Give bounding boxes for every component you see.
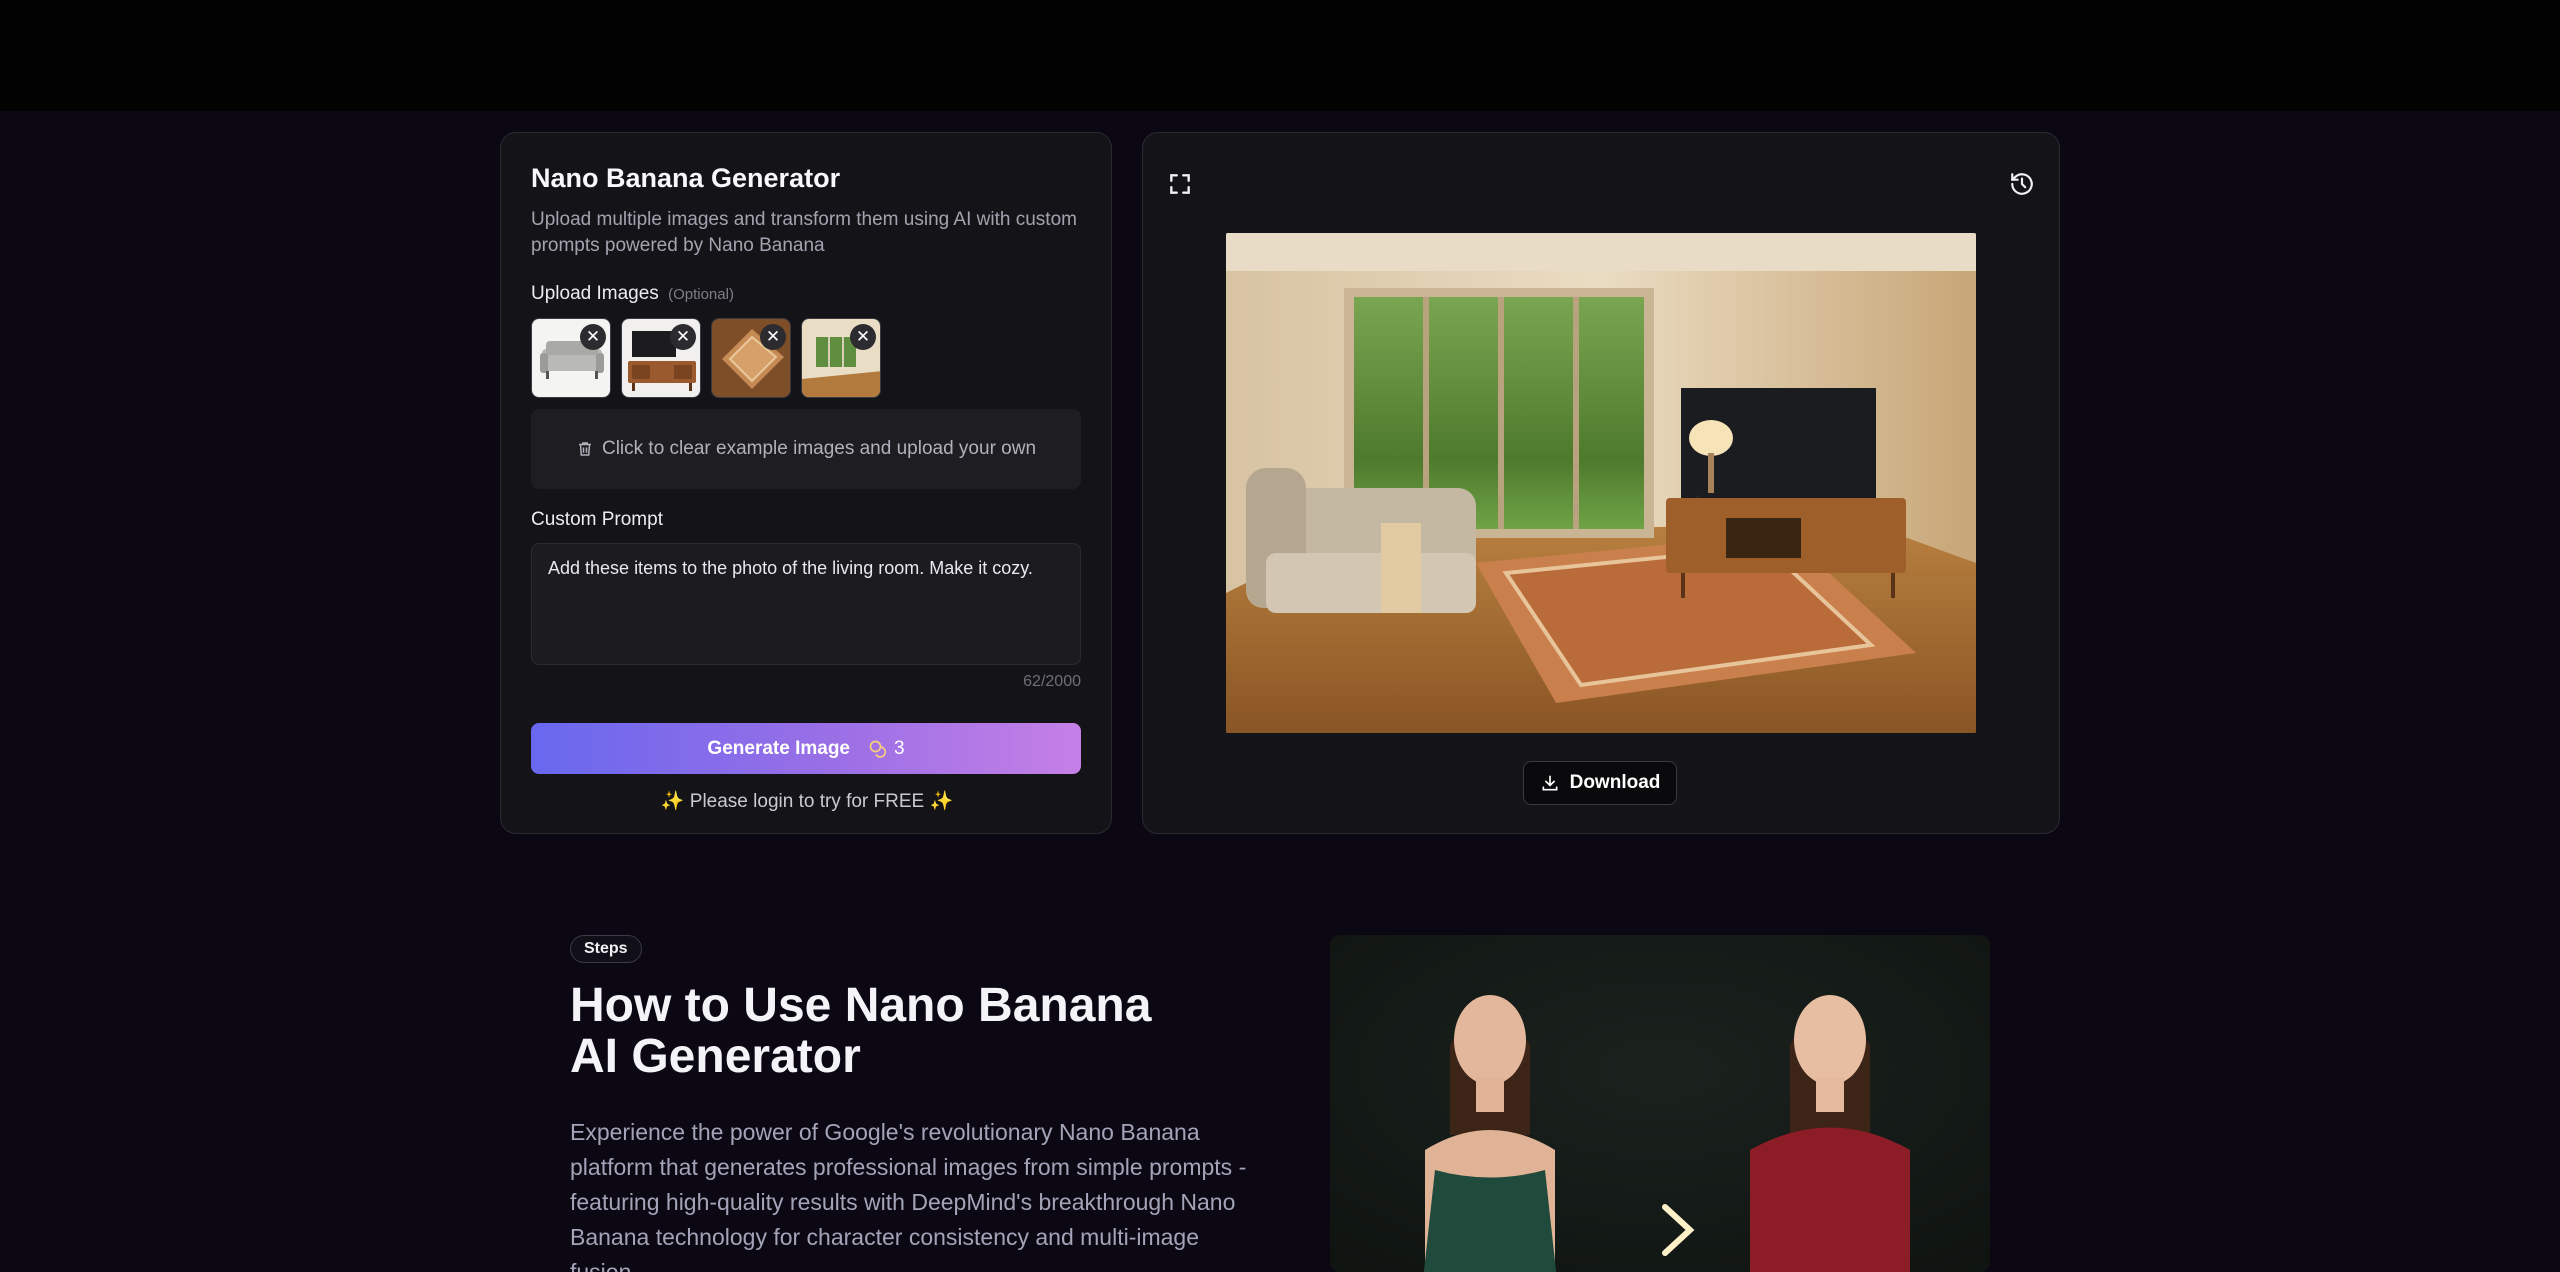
custom-prompt-label: Custom Prompt [531, 509, 663, 530]
generator-panel: Nano Banana Generator Upload multiple im… [500, 132, 1112, 834]
generate-image-label: Generate Image [707, 737, 850, 759]
thumbnail-sofa[interactable]: ✕ [531, 318, 611, 398]
login-hint-text: Please login to try for FREE [689, 791, 925, 812]
expand-icon [1170, 174, 1190, 194]
coins-icon [869, 740, 887, 758]
top-navigation-bar [0, 0, 2560, 111]
how-to-title: How to Use Nano Banana AI Generator [570, 979, 1152, 1083]
remove-thumbnail-living-room-button[interactable]: ✕ [850, 324, 876, 350]
login-hint: ✨ Please login to try for FREE ✨ [501, 789, 1113, 813]
thumbnail-tv-stand[interactable]: ✕ [621, 318, 701, 398]
thumbnail-living-room[interactable]: ✕ [801, 318, 881, 398]
custom-prompt-input[interactable]: Add these items to the photo of the livi… [531, 543, 1081, 665]
preview-panel: Download [1142, 132, 2060, 834]
trash-icon [578, 442, 591, 456]
upload-optional-note: (Optional) [668, 286, 734, 303]
sparkle-icon: ✨ [660, 791, 685, 812]
thumbnail-rug[interactable]: ✕ [711, 318, 791, 398]
history-button[interactable] [2007, 169, 2037, 199]
uploaded-thumbnails: ✕ ✕ ✕ ✕ [531, 318, 881, 398]
steps-badge: Steps [570, 935, 642, 963]
upload-images-label: Upload Images (Optional) [531, 283, 734, 305]
remove-thumbnail-sofa-button[interactable]: ✕ [580, 324, 606, 350]
remove-thumbnail-rug-button[interactable]: ✕ [760, 324, 786, 350]
credit-count: 3 [894, 737, 905, 759]
fullscreen-button[interactable] [1165, 169, 1195, 199]
download-icon [1542, 775, 1558, 791]
clear-examples-button[interactable]: Click to clear example images and upload… [531, 409, 1081, 489]
clear-examples-text: Click to clear example images and upload… [601, 438, 1037, 459]
before-after-example-image [1330, 935, 1990, 1272]
how-to-description: Experience the power of Google's revolut… [570, 1119, 1247, 1272]
generated-image-preview [1226, 233, 1976, 733]
generate-image-button[interactable]: Generate Image 3 [531, 723, 1081, 774]
sparkle-icon: ✨ [929, 791, 954, 812]
history-icon [2011, 173, 2033, 195]
download-label: Download [1569, 772, 1661, 793]
upload-label-text: Upload Images [531, 283, 659, 304]
credit-cost: 3 [868, 738, 905, 760]
character-count: 62/2000 [1023, 673, 1081, 690]
download-button[interactable]: Download [1523, 761, 1677, 805]
generator-title: Nano Banana Generator [531, 163, 841, 193]
remove-thumbnail-tv-stand-button[interactable]: ✕ [670, 324, 696, 350]
generator-description: Upload multiple images and transform the… [531, 209, 1077, 256]
